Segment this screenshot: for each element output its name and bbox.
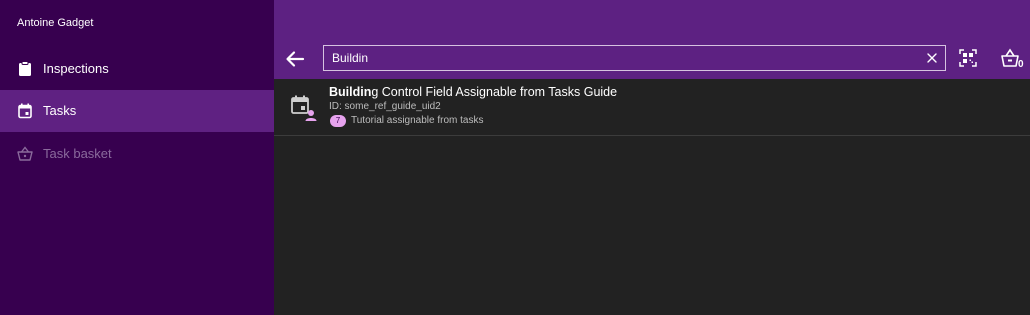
sidebar-item-task-basket[interactable]: Task basket: [0, 133, 274, 175]
result-title-rest: g Control Field Assignable from Tasks Gu…: [371, 85, 618, 99]
result-id: ID: some_ref_guide_uid2: [329, 101, 441, 112]
search-input[interactable]: [332, 46, 922, 70]
search-box: [323, 45, 946, 71]
clipboard-icon: [19, 61, 31, 76]
back-arrow-icon[interactable]: [284, 48, 306, 70]
result-title: Building Control Field Assignable from T…: [329, 85, 617, 99]
close-icon[interactable]: [925, 51, 939, 65]
qr-scan-icon[interactable]: [959, 49, 977, 67]
search-result-item[interactable]: Building Control Field Assignable from T…: [274, 79, 1030, 136]
sidebar-item-tasks[interactable]: Tasks: [0, 90, 274, 132]
calendar-assign-icon: [291, 95, 317, 121]
sidebar-item-label: Tasks: [43, 103, 77, 118]
result-count-badge: 7: [330, 115, 346, 127]
sidebar-item-inspections[interactable]: Inspections: [0, 48, 274, 90]
app: Antoine Gadget Inspections Tasks Task ba…: [0, 0, 1030, 315]
sidebar-item-label: Task basket: [43, 146, 112, 161]
calendar-icon: [18, 103, 32, 119]
sidebar: Antoine Gadget Inspections Tasks Task ba…: [0, 0, 274, 315]
basket-count-badge: 0: [1018, 59, 1024, 70]
sidebar-item-label: Inspections: [43, 61, 109, 76]
result-subtitle: Tutorial assignable from tasks: [351, 115, 484, 126]
user-name: Antoine Gadget: [17, 17, 94, 29]
result-title-match: Buildin: [329, 85, 372, 99]
basket-icon: [17, 146, 33, 161]
